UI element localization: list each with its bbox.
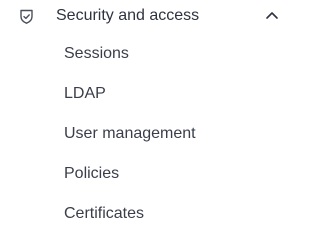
submenu-item-sessions[interactable]: Sessions [0, 40, 299, 80]
group-label: Security and access [56, 7, 200, 24]
security-access-nav-group: Security and access Sessions LDAP User m… [0, 0, 299, 240]
submenu-item-label: Sessions [64, 45, 129, 62]
submenu-item-label: LDAP [64, 85, 106, 102]
submenu-item-certificates[interactable]: Certificates [0, 200, 299, 240]
security-access-submenu: Sessions LDAP User management Policies C… [0, 40, 299, 240]
security-access-group-header[interactable]: Security and access [0, 0, 299, 32]
submenu-item-user-management[interactable]: User management [0, 120, 299, 160]
shield-check-icon [20, 9, 33, 24]
chevron-up-icon[interactable] [265, 10, 279, 20]
submenu-item-label: Certificates [64, 205, 145, 222]
submenu-item-label: User management [64, 125, 196, 142]
submenu-item-ldap[interactable]: LDAP [0, 80, 299, 120]
submenu-item-policies[interactable]: Policies [0, 160, 299, 200]
submenu-item-label: Policies [64, 165, 120, 182]
